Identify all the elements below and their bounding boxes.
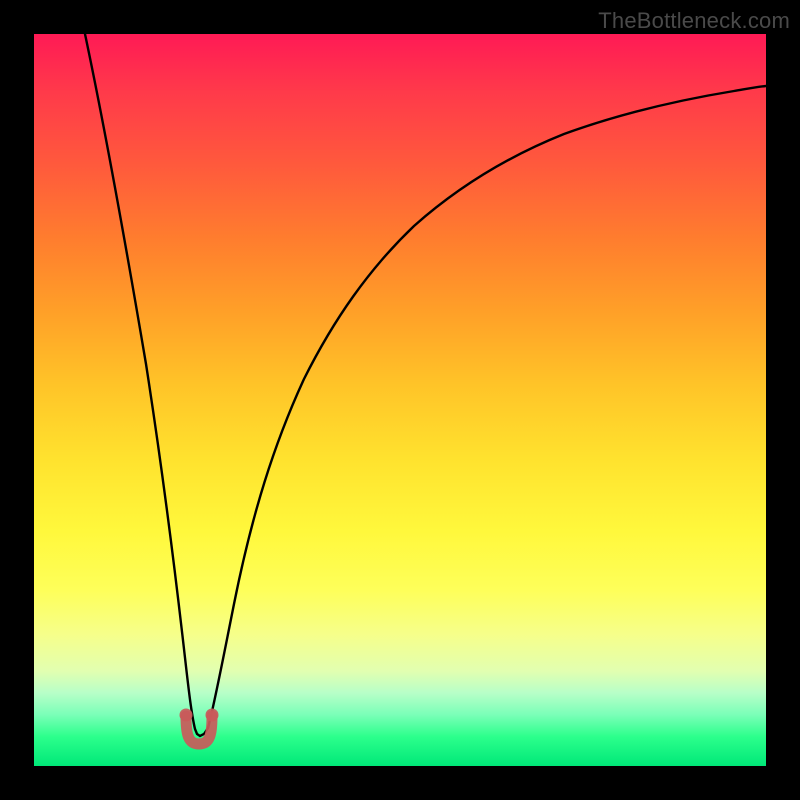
curve-path — [85, 34, 766, 736]
bottleneck-curve — [34, 34, 766, 766]
valley-marker-left-dot — [180, 709, 193, 722]
valley-marker-right-dot — [206, 709, 219, 722]
valley-marker-icon — [186, 716, 212, 744]
plot-area — [34, 34, 766, 766]
outer-frame: TheBottleneck.com — [0, 0, 800, 800]
watermark-text: TheBottleneck.com — [598, 8, 790, 34]
